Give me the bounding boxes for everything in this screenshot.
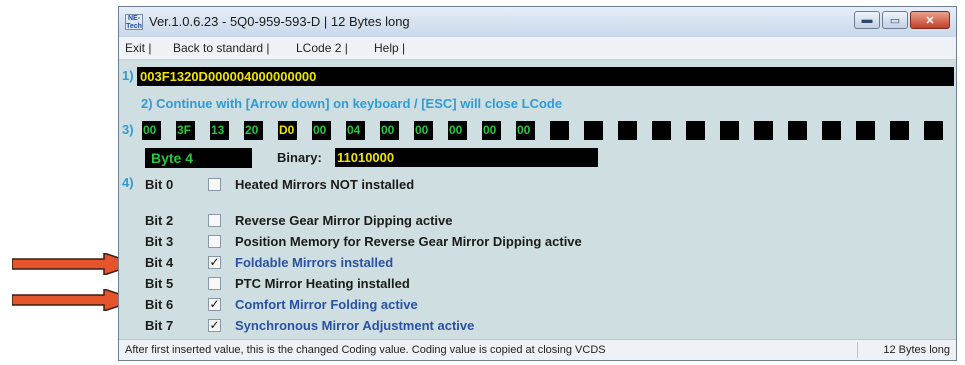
byte-value-6: 04	[347, 123, 361, 137]
status-divider	[857, 342, 858, 358]
byte-cell-7[interactable]: 00	[380, 121, 399, 140]
byte-cell-22[interactable]	[890, 121, 909, 140]
bit-name: Bit 6	[145, 297, 174, 312]
byte-value-5: 00	[313, 123, 327, 137]
byte-cell-5[interactable]: 00	[312, 121, 331, 140]
step-label-3: 3)	[122, 122, 134, 137]
menu-lcode-2[interactable]: LCode 2 |	[296, 41, 348, 55]
bit-name: Bit 3	[145, 234, 174, 249]
byte-cell-23[interactable]	[924, 121, 943, 140]
bit-name: Bit 0	[145, 177, 174, 192]
instruction-text: 2) Continue with [Arrow down] on keyboar…	[141, 96, 563, 111]
byte-cell-2[interactable]: 13	[210, 121, 229, 140]
bit-checkbox[interactable]	[208, 235, 221, 248]
byte-value-4: D0	[279, 123, 295, 137]
byte-value-3: 20	[245, 123, 259, 137]
binary-label: Binary:	[277, 150, 322, 165]
status-bar: After first inserted value, this is the …	[119, 339, 956, 360]
bit-description: PTC Mirror Heating installed	[235, 276, 410, 291]
bit-name: Bit 7	[145, 318, 174, 333]
binary-value-field: 11010000	[335, 148, 598, 167]
bit-checkbox[interactable]: ✓	[208, 298, 221, 311]
byte-cell-15[interactable]	[652, 121, 671, 140]
byte-cell-21[interactable]	[856, 121, 875, 140]
bit-description: Comfort Mirror Folding active	[235, 297, 418, 312]
bit-checkbox[interactable]	[208, 178, 221, 191]
byte-cell-8[interactable]: 00	[414, 121, 433, 140]
window-title: Ver.1.0.6.23 - 5Q0-959-593-D | 12 Bytes …	[149, 14, 410, 29]
byte-cell-3[interactable]: 20	[244, 121, 263, 140]
menu-bar: Exit | Back to standard | LCode 2 | Help…	[119, 37, 956, 60]
byte-value-1: 3F	[177, 123, 192, 137]
window-controls: ▬ ▭ ✕	[852, 11, 950, 29]
lcode-window: NE-Tech Ver.1.0.6.23 - 5Q0-959-593-D | 1…	[118, 6, 957, 361]
byte-label-box: Byte 4	[145, 148, 252, 168]
app-logo-icon: NE-Tech	[125, 14, 143, 30]
status-byte-length: 12 Bytes long	[883, 344, 950, 356]
bit-description: Heated Mirrors NOT installed	[235, 177, 415, 192]
byte-value-0: 00	[143, 123, 157, 137]
byte-value-9: 00	[449, 123, 463, 137]
byte-cell-20[interactable]	[822, 121, 841, 140]
bit-name: Bit 2	[145, 213, 174, 228]
byte-value-11: 00	[517, 123, 531, 137]
bit-checkbox[interactable]: ✓	[208, 256, 221, 269]
menu-exit[interactable]: Exit |	[125, 41, 151, 55]
byte-cell-12[interactable]	[550, 121, 569, 140]
byte-value-10: 00	[483, 123, 497, 137]
byte-cell-18[interactable]	[754, 121, 773, 140]
byte-cell-1[interactable]: 3F	[176, 121, 195, 140]
binary-value: 11010000	[337, 150, 395, 165]
title-bar[interactable]: NE-Tech Ver.1.0.6.23 - 5Q0-959-593-D | 1…	[119, 7, 956, 37]
bit-description: Foldable Mirrors installed	[235, 255, 394, 270]
byte-cell-0[interactable]: 00	[142, 121, 161, 140]
step-label-4: 4)	[122, 175, 134, 190]
byte-cell-19[interactable]	[788, 121, 807, 140]
byte-value-7: 00	[381, 123, 395, 137]
bit-description: Reverse Gear Mirror Dipping active	[235, 213, 453, 228]
byte-cell-6[interactable]: 04	[346, 121, 365, 140]
byte-value-2: 13	[211, 123, 225, 137]
status-message: After first inserted value, this is the …	[125, 344, 606, 356]
close-button[interactable]: ✕	[910, 11, 950, 29]
byte-cell-13[interactable]	[584, 121, 603, 140]
byte-cell-11[interactable]: 00	[516, 121, 535, 140]
bit-checkbox[interactable]: ✓	[208, 319, 221, 332]
byte-cell-17[interactable]	[720, 121, 739, 140]
byte-value-8: 00	[415, 123, 429, 137]
byte-cell-16[interactable]	[686, 121, 705, 140]
bit-checkbox[interactable]	[208, 214, 221, 227]
bit-name: Bit 4	[145, 255, 174, 270]
coding-value: 003F1320D000004000000000	[140, 69, 317, 84]
minimize-button[interactable]: ▬	[854, 11, 880, 29]
coding-value-field[interactable]: 003F1320D000004000000000	[137, 67, 954, 86]
byte-cell-4[interactable]: D0	[278, 121, 297, 140]
bit-description: Position Memory for Reverse Gear Mirror …	[235, 234, 582, 249]
bit-checkbox[interactable]	[208, 277, 221, 290]
maximize-button[interactable]: ▭	[882, 11, 908, 29]
byte-cell-10[interactable]: 00	[482, 121, 501, 140]
bit-description: Synchronous Mirror Adjustment active	[235, 318, 475, 333]
step-label-1: 1)	[122, 68, 134, 83]
menu-back-to-standard[interactable]: Back to standard |	[173, 41, 270, 55]
byte-cell-9[interactable]: 00	[448, 121, 467, 140]
bit-name: Bit 5	[145, 276, 174, 291]
byte-label: Byte 4	[151, 150, 194, 166]
byte-cell-14[interactable]	[618, 121, 637, 140]
lcode-panel: 1) 003F1320D000004000000000 2) Continue …	[119, 60, 956, 340]
menu-help[interactable]: Help |	[374, 41, 405, 55]
